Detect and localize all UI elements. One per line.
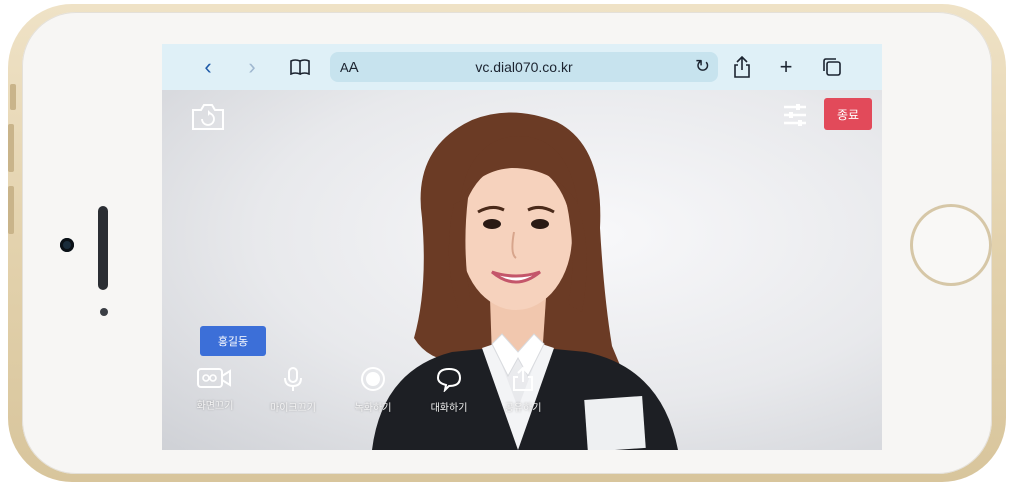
chevron-left-icon: ‹ bbox=[204, 54, 212, 79]
proximity-sensor bbox=[100, 308, 108, 316]
forward-button[interactable]: › bbox=[238, 53, 266, 81]
end-call-label: 종료 bbox=[836, 107, 860, 122]
browser-toolbar: ‹ › AA vc.dial070.co.kr ↻ + bbox=[162, 44, 882, 91]
record-icon bbox=[361, 367, 385, 391]
reload-icon[interactable]: ↻ bbox=[695, 56, 710, 77]
sliders-icon bbox=[784, 104, 806, 126]
share-icon bbox=[734, 56, 750, 78]
plus-icon: + bbox=[779, 54, 793, 79]
camera-rotate-icon bbox=[192, 104, 224, 130]
book-icon bbox=[290, 59, 310, 75]
microphone-off-label: 마이크끄기 bbox=[270, 403, 316, 414]
phone-screen: ‹ › AA vc.dial070.co.kr ↻ + 종료 홍길동 화면끄기 … bbox=[162, 44, 882, 450]
microphone-off-button[interactable]: 마이크끄기 bbox=[262, 366, 324, 414]
remote-video: 종료 홍길동 화면끄기 마이크끄기 녹화하기 대화하기 공유하기 bbox=[162, 90, 882, 450]
camera-off-button[interactable]: 화면끄기 bbox=[184, 366, 246, 412]
earpiece-speaker bbox=[98, 206, 108, 290]
end-call-button[interactable]: 종료 bbox=[824, 98, 872, 130]
bookmarks-button[interactable] bbox=[286, 53, 314, 81]
share-button[interactable] bbox=[728, 53, 756, 81]
side-button-bottom bbox=[8, 186, 14, 234]
chat-bubble-icon bbox=[436, 367, 462, 394]
front-camera bbox=[60, 238, 74, 252]
camera-off-label: 화면끄기 bbox=[196, 401, 234, 412]
camera-off-icon bbox=[197, 368, 231, 388]
address-bar[interactable]: AA vc.dial070.co.kr ↻ bbox=[330, 52, 718, 82]
chat-label: 대화하기 bbox=[430, 403, 468, 414]
microphone-icon bbox=[284, 367, 302, 391]
settings-button[interactable] bbox=[782, 102, 808, 133]
back-button[interactable]: ‹ bbox=[194, 53, 222, 81]
side-button-top bbox=[10, 84, 16, 110]
url-text: vc.dial070.co.kr bbox=[475, 59, 573, 75]
tabs-button[interactable] bbox=[818, 53, 846, 81]
share-icon bbox=[513, 366, 533, 391]
chevron-right-icon: › bbox=[248, 54, 256, 79]
home-button[interactable] bbox=[910, 204, 992, 286]
tabs-icon bbox=[823, 58, 841, 76]
share-screen-label: 공유하기 bbox=[504, 403, 542, 414]
record-button[interactable]: 녹화하기 bbox=[342, 366, 404, 414]
chat-button[interactable]: 대화하기 bbox=[418, 366, 480, 414]
new-tab-button[interactable]: + bbox=[772, 53, 800, 81]
record-label: 녹화하기 bbox=[354, 403, 392, 414]
participant-name-badge: 홍길동 bbox=[200, 326, 266, 356]
switch-camera-button[interactable] bbox=[190, 102, 226, 137]
participant-name: 홍길동 bbox=[217, 336, 249, 348]
side-button-mid bbox=[8, 124, 14, 172]
share-screen-button[interactable]: 공유하기 bbox=[492, 366, 554, 414]
